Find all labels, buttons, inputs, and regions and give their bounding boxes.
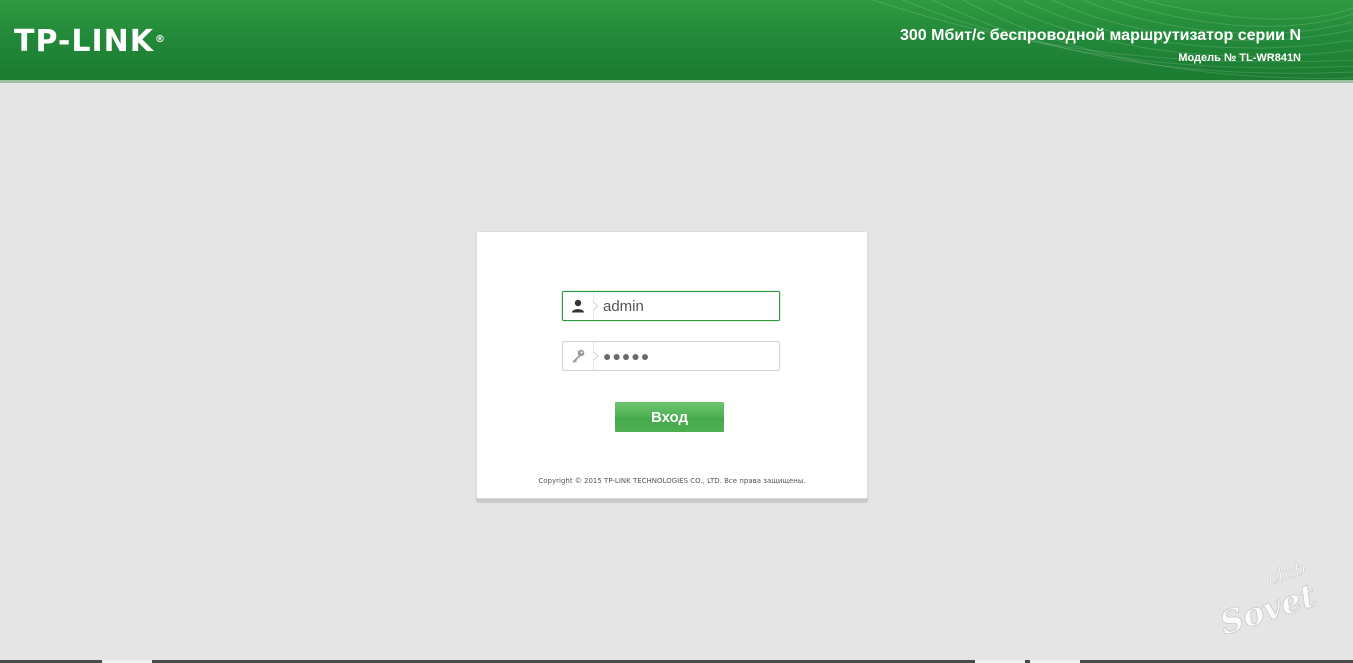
svg-text:Sovet: Sovet: [1215, 576, 1320, 635]
key-icon: [563, 342, 593, 370]
username-field[interactable]: [562, 291, 780, 321]
product-title: 300 Мбит/с беспроводной маршрутизатор се…: [899, 27, 1301, 44]
logo-text: TP-LINK: [14, 24, 155, 59]
login-button[interactable]: Вход: [615, 402, 724, 432]
logo-registered-mark: ®: [155, 34, 167, 45]
user-icon: [563, 292, 593, 320]
username-input[interactable]: [603, 292, 773, 320]
clubsovet-watermark-logo: club Sovet: [1215, 557, 1321, 635]
login-panel: Вход Copyright © 2015 TP-LINK TECHNOLOGI…: [476, 231, 868, 499]
password-field[interactable]: [562, 341, 780, 371]
model-number: Модель № TL-WR841N: [1178, 52, 1301, 64]
header-banner: TP-LINK® 300 Мбит/с беспроводной маршрут…: [0, 0, 1353, 83]
password-input[interactable]: [603, 342, 773, 370]
copyright-text: Copyright © 2015 TP-LINK TECHNOLOGIES CO…: [538, 477, 806, 485]
field-divider: [593, 292, 599, 320]
field-divider: [593, 342, 599, 370]
tp-link-logo: TP-LINK®: [14, 27, 166, 57]
